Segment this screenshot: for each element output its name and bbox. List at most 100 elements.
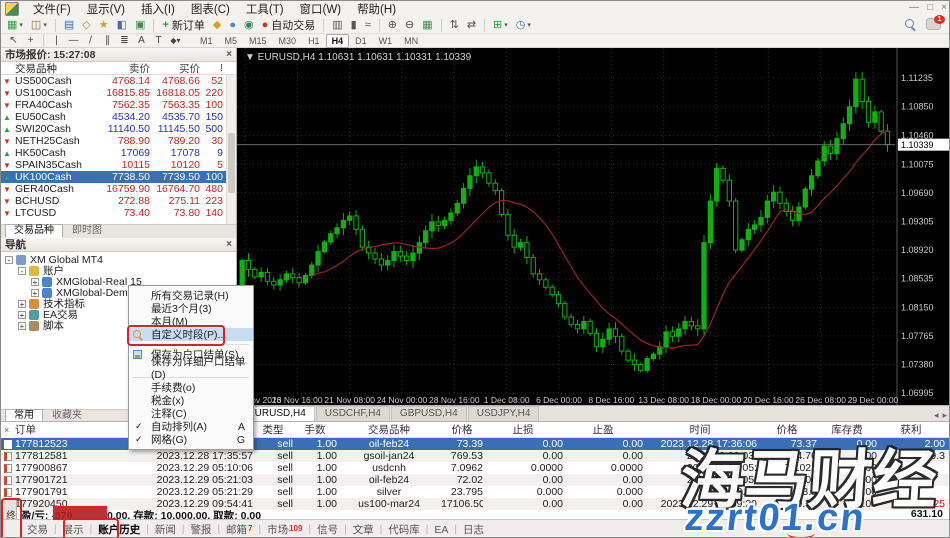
chart-tab-USDJPY[interactable]: USDJPY,H4 xyxy=(468,406,540,421)
mw-col-0[interactable]: 交易品种 xyxy=(1,61,103,76)
terminal-col-7[interactable]: 止盈 xyxy=(563,422,643,437)
timeframe-d1[interactable]: D1 xyxy=(349,34,373,48)
market-watch-button[interactable]: ▤ xyxy=(61,17,77,34)
market-watch-row[interactable]: ▼NETH25Cash788.90789.2030 xyxy=(1,135,236,147)
cursor-tool[interactable]: ↖ xyxy=(6,35,21,47)
menu-item-3[interactable]: 图表(C) xyxy=(183,0,238,18)
bottom-tab-新闻[interactable]: 新闻 xyxy=(149,522,182,537)
bottom-tab-警报[interactable]: 警报 xyxy=(184,522,217,537)
chart-panel[interactable]: 1.112351.108501.104601.100751.096901.093… xyxy=(237,48,950,405)
search-icon[interactable] xyxy=(905,19,916,30)
chat-icon[interactable]: 1 xyxy=(926,18,941,30)
mw-tab-交易品种[interactable]: 交易品种 xyxy=(5,224,63,238)
market-watch-row[interactable]: ▼GER40Cash16759.9016764.70480 xyxy=(1,183,236,195)
bar-chart-button[interactable]: ▥ xyxy=(329,17,345,34)
close-icon[interactable]: × xyxy=(941,2,947,13)
terminal-col-4[interactable]: 交易品种 xyxy=(337,422,441,437)
bottom-tab-邮箱[interactable]: 邮箱7 xyxy=(220,522,258,537)
expander-icon[interactable]: + xyxy=(18,322,26,330)
navigator-button[interactable]: ★ xyxy=(96,17,112,34)
bottom-tab-文章[interactable]: 文章 xyxy=(347,522,380,537)
minimize-icon[interactable]: — xyxy=(909,2,919,13)
bottom-tab-日志[interactable]: 日志 xyxy=(457,522,490,537)
navigator-close-icon[interactable]: × xyxy=(226,239,232,250)
market-watch-row[interactable]: ▼LTCUSD73.4073.80140 xyxy=(1,207,236,219)
nav-item-账户[interactable]: -账户 xyxy=(1,265,236,276)
timeframe-m15[interactable]: M15 xyxy=(243,34,273,48)
hline-tool[interactable]: — xyxy=(66,35,81,47)
menu-item-1[interactable]: 显示(V) xyxy=(79,0,133,18)
timeframe-h1[interactable]: H1 xyxy=(302,34,326,48)
menu-option-8[interactable]: 手续费(o) xyxy=(129,381,253,394)
channel-tool[interactable]: ∥ xyxy=(100,35,115,47)
mw-tab-即时图[interactable]: 即时图 xyxy=(63,224,111,238)
web-button[interactable]: ◉ xyxy=(241,17,257,34)
menu-item-5[interactable]: 窗口(W) xyxy=(292,0,350,18)
price-chart[interactable]: 1.112351.108501.104601.100751.096901.093… xyxy=(237,48,950,405)
crosshair-tool[interactable]: + xyxy=(23,35,38,47)
bottom-tab-市场[interactable]: 市场109 xyxy=(261,522,308,537)
line-chart-button[interactable]: ≈ xyxy=(362,17,374,34)
data-window-button[interactable]: ◇ xyxy=(79,17,93,34)
tile-windows-button[interactable]: ▦ xyxy=(419,17,435,34)
market-watch-row[interactable]: ▼SPAIN35Cash10115101205 xyxy=(1,159,236,171)
indicators-button[interactable]: ⊞▾ xyxy=(490,17,511,34)
timeframe-m30[interactable]: M30 xyxy=(273,34,303,48)
nav-item-XM Global MT4[interactable]: -XM Global MT4 xyxy=(1,254,236,265)
autotrading-button[interactable]: ●自动交易 xyxy=(259,17,319,34)
zoom-in-button[interactable]: ⊕ xyxy=(385,17,400,34)
label-tool[interactable]: T xyxy=(151,35,166,47)
community-button[interactable]: ● xyxy=(226,17,239,34)
strategy-tester-button[interactable]: ▣ xyxy=(132,17,148,34)
menu-item-0[interactable]: 文件(F) xyxy=(25,0,79,18)
market-watch-row[interactable]: ▲HK50Cash17069170789 xyxy=(1,147,236,159)
new-chart-button[interactable]: ▦▾ xyxy=(4,17,26,34)
mw-col-2[interactable]: 买价 xyxy=(150,61,200,76)
mw-col-3[interactable]: ! xyxy=(200,62,223,74)
menu-option-9[interactable]: 税金(x) xyxy=(129,394,253,407)
timeframe-h4[interactable]: H4 xyxy=(326,34,350,48)
bottom-tab-EA[interactable]: EA xyxy=(428,524,454,536)
terminal-col-5[interactable]: 价格 xyxy=(441,422,483,437)
restore-icon[interactable]: □ xyxy=(927,2,933,13)
market-watch-row[interactable]: ▲EU50Cash4534.204535.70150 xyxy=(1,111,236,123)
terminal-close-icon[interactable]: × xyxy=(4,425,9,435)
sort-desc-button[interactable]: ⇄ xyxy=(464,17,479,34)
new-order-button[interactable]: +新订单 xyxy=(159,17,207,34)
terminal-col-2[interactable]: 类型 xyxy=(253,422,293,437)
market-watch-row[interactable]: ▲SWI20Cash11140.5011145.50500 xyxy=(1,123,236,135)
vline-tool[interactable]: | xyxy=(49,35,64,47)
sort-asc-button[interactable]: ⇅ xyxy=(447,17,462,34)
periods-button[interactable]: ◷▾ xyxy=(513,17,534,34)
timeframe-m5[interactable]: M5 xyxy=(219,34,244,48)
menu-item-4[interactable]: 工具(T) xyxy=(238,0,292,18)
profiles-button[interactable]: ◫▾ xyxy=(28,17,50,34)
expander-icon[interactable]: + xyxy=(31,278,39,286)
terminal-col-6[interactable]: 止损 xyxy=(483,422,563,437)
bottom-tab-信号[interactable]: 信号 xyxy=(311,522,344,537)
menu-option-1[interactable]: 最近3个月(3) xyxy=(129,302,253,315)
market-watch-close-icon[interactable]: × xyxy=(226,49,232,60)
menu-option-11[interactable]: ✓自动排列(A)A xyxy=(129,420,253,433)
trendline-tool[interactable]: / xyxy=(83,35,98,47)
expander-icon[interactable]: + xyxy=(18,311,26,319)
menu-option-6[interactable]: 保存为详细户口结单(D) xyxy=(129,361,253,374)
timeframe-w1[interactable]: W1 xyxy=(373,34,399,48)
menu-item-2[interactable]: 插入(I) xyxy=(133,0,183,18)
chart-tab-GBPUSD[interactable]: GBPUSD,H4 xyxy=(391,406,467,421)
terminal-button[interactable]: ◧ xyxy=(114,17,130,34)
metaeditor-button[interactable]: ◆ xyxy=(210,17,224,34)
text-tool[interactable]: A xyxy=(134,35,149,47)
chart-tab-USDCHF[interactable]: USDCHF,H4 xyxy=(316,406,390,421)
market-watch-row[interactable]: ▼BCHUSD272.88275.11223 xyxy=(1,195,236,207)
terminal-col-3[interactable]: 手数 xyxy=(293,422,337,437)
market-watch-row[interactable]: ▼FRA40Cash7562.357563.35100 xyxy=(1,99,236,111)
expander-icon[interactable]: - xyxy=(5,256,13,264)
timeframe-m1[interactable]: M1 xyxy=(194,34,219,48)
shapes-tool[interactable]: ◆▾ xyxy=(168,35,183,47)
tab-scroll-left-icon[interactable]: ◂ xyxy=(934,410,939,421)
bottom-tab-代码库[interactable]: 代码库 xyxy=(382,522,426,537)
bottom-tab-交易[interactable]: 交易 xyxy=(21,522,54,537)
market-watch-row[interactable]: ▼US500Cash4768.144768.6652 xyxy=(1,75,236,87)
tab-scroll-right-icon[interactable]: ▸ xyxy=(942,410,947,421)
